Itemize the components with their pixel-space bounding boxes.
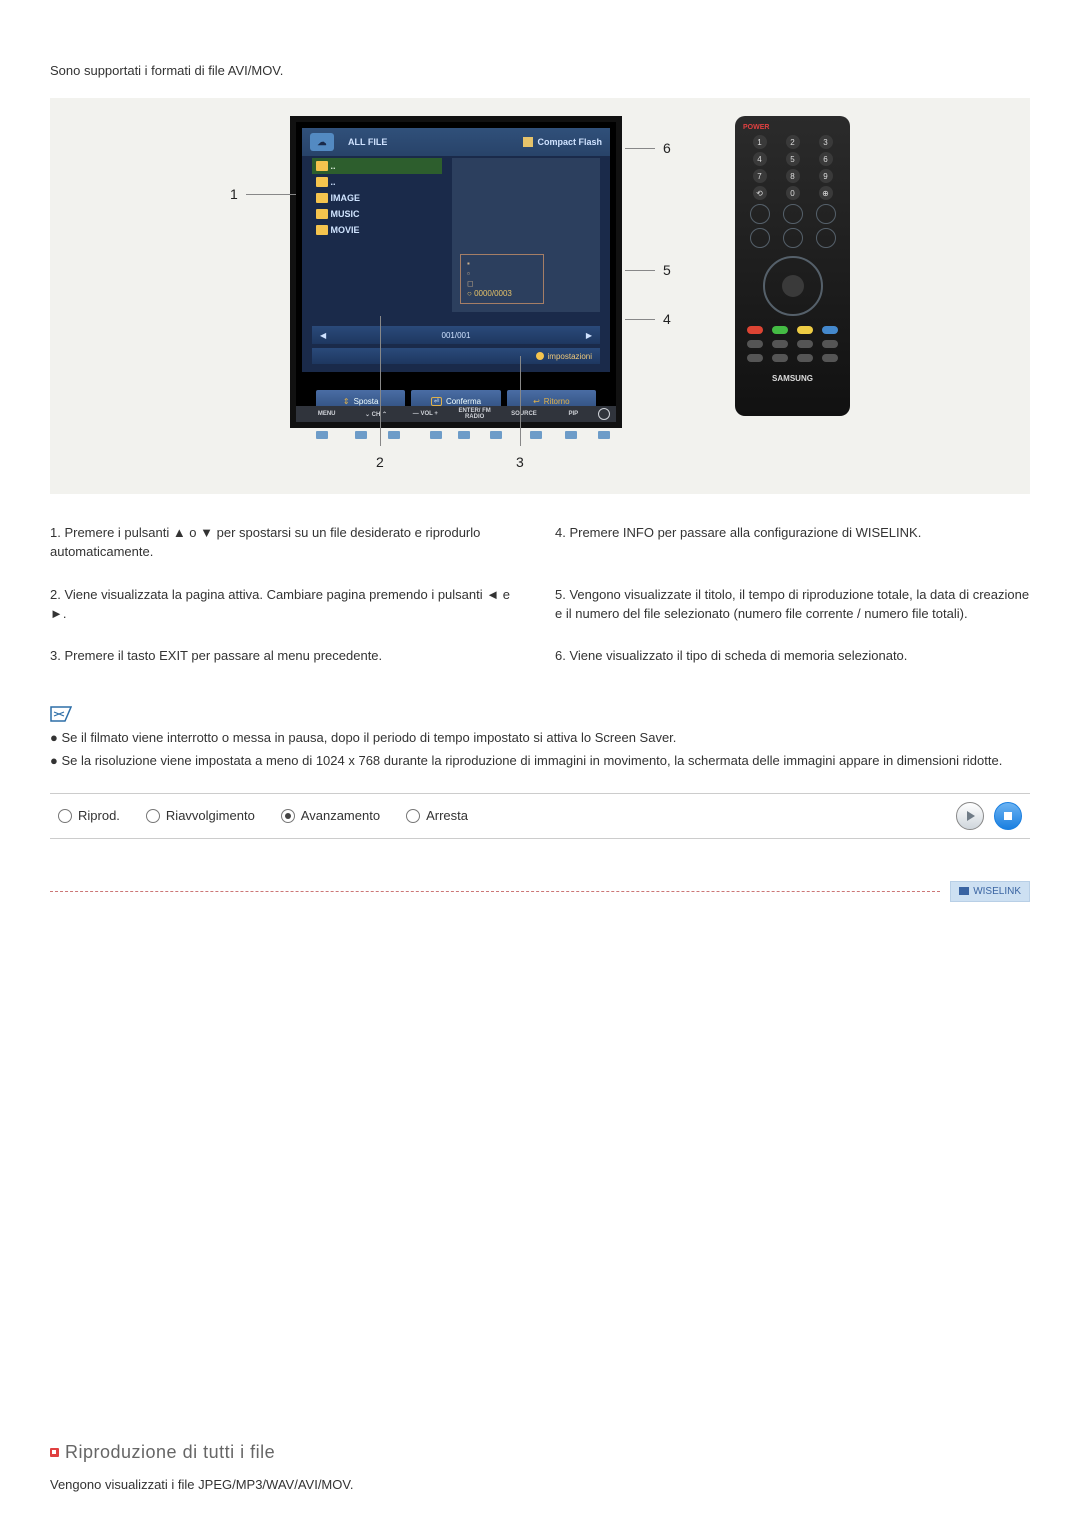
btn-label: Sposta bbox=[354, 397, 379, 406]
sidebar-label: MOVIE bbox=[331, 225, 360, 235]
file-panel: ▪ ▫ ◻ ○ 0000/0003 bbox=[452, 158, 600, 312]
info-strip: impostazioni bbox=[312, 348, 600, 364]
info-label: impostazioni bbox=[548, 352, 592, 361]
stop-button[interactable] bbox=[994, 802, 1022, 830]
desc-1: 1. Premere i pulsanti ▲ o ▼ per spostars… bbox=[50, 524, 525, 562]
playback-radio-strip: Riprod. Riavvolgimento Avanzamento Arres… bbox=[50, 793, 1030, 839]
wiselink-logo-icon: ☁ bbox=[310, 133, 334, 151]
remote-dpad bbox=[763, 256, 823, 316]
callout-line-3 bbox=[520, 356, 521, 446]
remote-power-label: POWER bbox=[743, 124, 842, 131]
callout-tick bbox=[565, 431, 577, 439]
btn-label: Conferma bbox=[446, 397, 481, 406]
note-icon bbox=[50, 706, 72, 722]
remote-brand: SAMSUNG bbox=[743, 374, 842, 383]
wiselink-badge: WISELINK bbox=[950, 881, 1030, 902]
btn-label: Ritorno bbox=[544, 397, 570, 406]
note-2: ● Se la risoluzione viene impostata a me… bbox=[50, 752, 1030, 771]
stop-icon bbox=[1004, 812, 1012, 820]
section-separator: WISELINK bbox=[50, 881, 1030, 902]
folder-icon bbox=[316, 177, 328, 187]
callout-tick bbox=[598, 431, 610, 439]
base-vol: — VOL + bbox=[401, 411, 450, 417]
file-counter: 0000/0003 bbox=[474, 289, 512, 298]
radio-riavvolgimento[interactable]: Riavvolgimento bbox=[146, 808, 255, 823]
sidebar-row: MUSIC bbox=[312, 206, 442, 222]
base-enter: ENTER/ FM RADIO bbox=[450, 408, 499, 420]
note-1: ● Se il filmato viene interrotto o messa… bbox=[50, 729, 1030, 748]
sidebar-row: MOVIE bbox=[312, 222, 442, 238]
radio-label: Riprod. bbox=[78, 808, 120, 823]
info-icon bbox=[536, 352, 544, 360]
callout-1: 1 bbox=[230, 186, 296, 202]
desc-2: 2. Viene visualizzata la pagina attiva. … bbox=[50, 586, 525, 624]
compact-flash-label: Compact Flash bbox=[537, 137, 602, 147]
callout-number: 1 bbox=[230, 186, 238, 202]
sidebar-label: MUSIC bbox=[331, 209, 360, 219]
section-bullet-icon bbox=[50, 1448, 59, 1457]
callout-number: 5 bbox=[663, 262, 671, 278]
folder-icon bbox=[316, 193, 328, 203]
base-pip: PIP bbox=[549, 411, 598, 417]
callout-number: 6 bbox=[663, 140, 671, 156]
page-number: 001/001 bbox=[442, 331, 471, 340]
intro-text: Sono supportati i formati di file AVI/MO… bbox=[50, 63, 1030, 78]
callout-3: 3 bbox=[516, 454, 524, 470]
desc-6: 6. Viene visualizzato il tipo di scheda … bbox=[555, 647, 1030, 666]
base-source: SOURCE bbox=[499, 411, 548, 417]
callout-6: 6 bbox=[625, 140, 671, 156]
radio-arresta[interactable]: Arresta bbox=[406, 808, 468, 823]
sidebar-row: .. bbox=[312, 174, 442, 190]
callout-tick bbox=[430, 431, 442, 439]
folder-icon bbox=[316, 161, 328, 171]
callout-tick bbox=[530, 431, 542, 439]
remote-control: POWER 123 456 789 ⟲0⊕ SAMSUNG bbox=[735, 116, 850, 416]
card-icon bbox=[523, 137, 533, 147]
sidebar-label: .. bbox=[331, 161, 336, 171]
sidebar-row: IMAGE bbox=[312, 190, 442, 206]
base-ch: ⌄ CH ⌃ bbox=[351, 411, 400, 418]
description-grid: 1. Premere i pulsanti ▲ o ▼ per spostars… bbox=[50, 524, 1030, 666]
callout-tick bbox=[388, 431, 400, 439]
desc-5: 5. Vengono visualizzate il titolo, il te… bbox=[555, 586, 1030, 624]
header-allfile: ALL FILE bbox=[342, 137, 523, 147]
sidebar-label: .. bbox=[331, 177, 336, 187]
file-info-box: ▪ ▫ ◻ ○ 0000/0003 bbox=[460, 254, 544, 304]
callout-tick bbox=[316, 431, 328, 439]
wiselink-badge-icon bbox=[959, 887, 969, 895]
callout-5: 5 bbox=[625, 262, 671, 278]
radio-avanzamento[interactable]: Avanzamento bbox=[281, 808, 380, 823]
notes-block: ● Se il filmato viene interrotto o messa… bbox=[50, 706, 1030, 771]
power-icon bbox=[598, 408, 610, 420]
callout-number: 4 bbox=[663, 311, 671, 327]
play-button[interactable] bbox=[956, 802, 984, 830]
callout-tick bbox=[458, 431, 470, 439]
folder-icon bbox=[316, 209, 328, 219]
callout-tick bbox=[355, 431, 367, 439]
radio-riprod[interactable]: Riprod. bbox=[58, 808, 120, 823]
radio-label: Arresta bbox=[426, 808, 468, 823]
folder-icon bbox=[316, 225, 328, 235]
callout-line-2 bbox=[380, 316, 381, 446]
header-compactflash: Compact Flash bbox=[523, 137, 602, 147]
callout-tick bbox=[490, 431, 502, 439]
sidebar-panel: .. .. IMAGE MUSIC MOVIE bbox=[312, 158, 442, 238]
radio-label: Avanzamento bbox=[301, 808, 380, 823]
desc-3: 3. Premere il tasto EXIT per passare al … bbox=[50, 647, 525, 666]
callout-2: 2 bbox=[376, 454, 384, 470]
callout-4: 4 bbox=[625, 311, 671, 327]
wiselink-label: WISELINK bbox=[973, 886, 1021, 897]
tv-screen: ☁ ALL FILE Compact Flash .. .. IMAGE MUS… bbox=[290, 116, 622, 428]
base-menu: MENU bbox=[302, 411, 351, 417]
desc-4: 4. Premere INFO per passare alla configu… bbox=[555, 524, 1030, 562]
section-title: Riproduzione di tutti i file bbox=[50, 1442, 1030, 1463]
sidebar-row: .. bbox=[312, 158, 442, 174]
diagram-container: ☁ ALL FILE Compact Flash .. .. IMAGE MUS… bbox=[50, 98, 1030, 494]
radio-label: Riavvolgimento bbox=[166, 808, 255, 823]
page-strip: ◀ 001/001 ▶ bbox=[312, 326, 600, 344]
sidebar-label: IMAGE bbox=[331, 193, 361, 203]
section-body: Vengono visualizzati i file JPEG/MP3/WAV… bbox=[50, 1477, 1030, 1492]
